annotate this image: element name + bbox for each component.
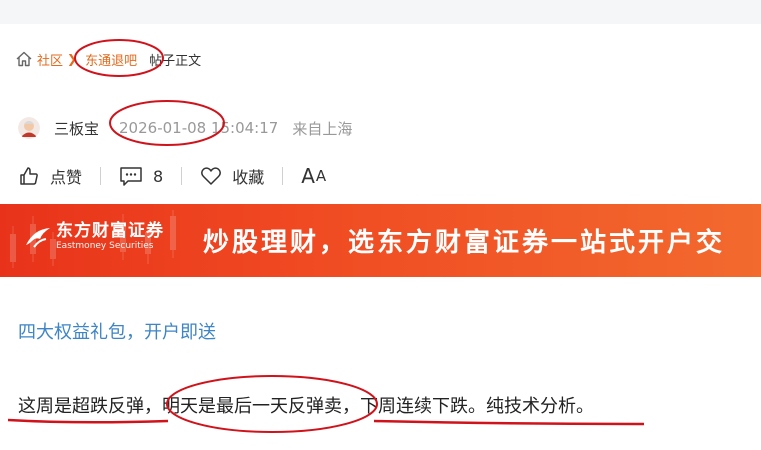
- eastmoney-logo: 东方财富证券 Eastmoney Securities: [24, 222, 164, 252]
- home-icon[interactable]: [15, 50, 33, 68]
- promo-link[interactable]: 四大权益礼包，开户即送: [18, 318, 216, 344]
- annotation-underline-right: [373, 419, 645, 426]
- post-location: 来自上海: [292, 119, 353, 138]
- comment-icon: [120, 167, 142, 186]
- content-part-4: 下周连续下跌。纯技术分析。: [360, 396, 594, 417]
- font-size-large-letter: A: [301, 164, 316, 188]
- divider: [282, 167, 284, 185]
- annotation-underline-left: [7, 418, 169, 424]
- font-size-small-letter: A: [315, 167, 328, 185]
- eastmoney-bird-icon: [26, 228, 50, 248]
- breadcrumb-current: 帖子正文: [149, 53, 202, 69]
- breadcrumb: 社区 ❯ 东通退吧 帖子正文: [15, 48, 201, 70]
- content-part-3: ，: [342, 396, 360, 417]
- comment-count: 8: [153, 166, 164, 186]
- content-part-2: 明天是最后一天反弹卖: [162, 396, 342, 417]
- divider: [181, 167, 183, 185]
- breadcrumb-forum-link[interactable]: 东通退吧: [85, 50, 137, 69]
- brand-name-cn: 东方财富证券: [56, 221, 164, 241]
- top-bar: [0, 0, 761, 24]
- ad-banner[interactable]: 东方财富证券 Eastmoney Securities 炒股理财，选东方财富证券…: [0, 204, 761, 277]
- breadcrumb-community-link[interactable]: 社区: [37, 50, 63, 69]
- post-author-row: 三板宝 2026-01-08 15:04:17 来自上海: [18, 115, 352, 141]
- post-time: 2026-01-08 15:04:17: [119, 119, 279, 137]
- favorite-label: 收藏: [232, 168, 265, 187]
- post-content: 这周是超跌反弹，明天是最后一天反弹卖，下周连续下跌。纯技术分析。: [18, 392, 594, 418]
- author-name[interactable]: 三板宝: [54, 118, 99, 139]
- chevron-right-icon: ❯: [67, 52, 78, 66]
- thumbs-up-icon: [20, 167, 38, 185]
- post-actions: 点赞 8 收藏 AA: [18, 162, 327, 190]
- content-part-1: 这周是超跌反弹，: [18, 396, 162, 417]
- favorite-button[interactable]: 收藏: [200, 164, 264, 188]
- brand-name-en: Eastmoney Securities: [56, 241, 154, 251]
- divider: [100, 167, 102, 185]
- avatar[interactable]: [18, 117, 40, 139]
- like-button[interactable]: 点赞: [18, 164, 82, 188]
- heart-icon: [201, 167, 222, 185]
- comment-button[interactable]: 8: [119, 165, 163, 187]
- banner-slogan: 炒股理财，选东方财富证券一站式开户交: [203, 228, 726, 258]
- font-size-button[interactable]: AA: [301, 164, 327, 188]
- like-label: 点赞: [50, 168, 83, 187]
